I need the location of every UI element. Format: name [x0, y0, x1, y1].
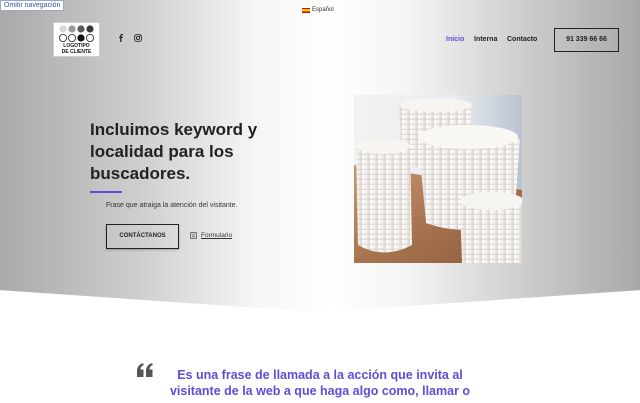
quote-icon — [136, 363, 154, 377]
client-logo[interactable]: LOGOTIPO DE CLIENTE — [53, 22, 100, 57]
skip-navigation-link[interactable]: Omitir navegación — [0, 0, 65, 11]
nav-item-interna[interactable]: Interna — [474, 36, 497, 43]
spain-flag-icon — [302, 7, 310, 13]
hero-image-ceramic-cups — [354, 95, 522, 263]
form-icon — [190, 232, 197, 239]
language-selector[interactable]: Español — [302, 7, 334, 13]
hero-title: Incluimos keyword y localidad para los b… — [90, 120, 258, 183]
contact-button[interactable]: CONTÁCTANOS — [106, 224, 179, 249]
call-to-action-quote: Es una frase de llamada a la acción que … — [169, 368, 471, 398]
logo-text: LOGOTIPO DE CLIENTE — [61, 43, 92, 55]
hero-subtitle: Frase que atraiga la atención del visita… — [106, 202, 238, 209]
instagram-icon[interactable] — [134, 34, 142, 42]
form-link-label: Formulario — [201, 232, 233, 239]
nav-item-inicio[interactable]: Inicio — [446, 36, 464, 43]
language-label: Español — [312, 7, 334, 13]
nav-item-contacto[interactable]: Contacto — [507, 36, 537, 43]
facebook-icon[interactable] — [117, 34, 125, 42]
form-link[interactable]: Formulario — [190, 232, 232, 239]
logo-dots-graphic — [59, 25, 94, 42]
phone-button[interactable]: 91 339 66 66 — [554, 28, 619, 52]
hero-divider — [90, 191, 122, 193]
